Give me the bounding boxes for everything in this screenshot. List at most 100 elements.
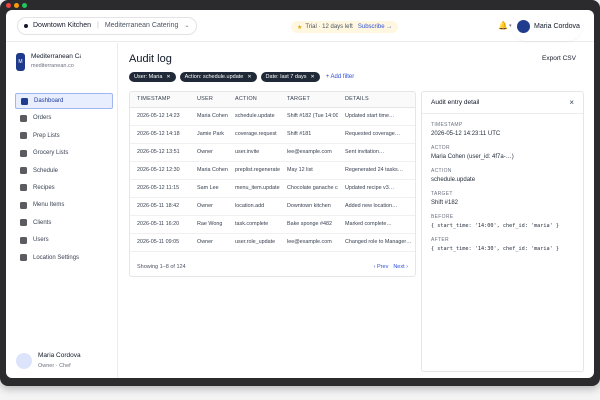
workspace-dot-icon bbox=[24, 23, 28, 28]
sidebar-item-menu-items[interactable]: Menu Items bbox=[15, 197, 113, 213]
table-row[interactable]: 2026-05-12 13:51 Owner user.invite lee@exam… bbox=[130, 143, 415, 162]
detail-title: Audit entry detail bbox=[431, 99, 480, 106]
sidebar-item-recipes[interactable]: Recipes bbox=[15, 180, 113, 196]
cell-action: menu_item.update bbox=[228, 179, 280, 198]
table-row[interactable]: 2026-05-11 16:20 Rae Wong task.complete Bak… bbox=[130, 215, 415, 234]
filter-bar: User: Maria ✕ Action: schedule.update ✕ Da… bbox=[129, 72, 354, 82]
cell-timestamp: 2026-05-11 18:42 bbox=[130, 197, 190, 216]
audit-table: TIMESTAMP USER ACTION TARGET DETAILS 202… bbox=[129, 91, 416, 277]
table-row[interactable]: 2026-05-12 11:15 Sam Lee menu_item.update C… bbox=[130, 179, 415, 198]
column-header-timestamp[interactable]: TIMESTAMP bbox=[130, 92, 190, 108]
filter-chip-user[interactable]: User: Maria ✕ bbox=[129, 72, 176, 82]
cell-target: lee@example.com bbox=[280, 143, 338, 162]
trial-text: Trial · 12 days left bbox=[305, 24, 353, 30]
field-label: AFTER bbox=[431, 237, 449, 243]
workspace-switcher[interactable]: Downtown Kitchen | Mediterranean Caterin… bbox=[17, 16, 198, 35]
sidebar-item-label: Users bbox=[33, 237, 49, 244]
cell-action: coverage.request bbox=[228, 125, 280, 144]
top-bar: Downtown Kitchen | Mediterranean Caterin… bbox=[6, 10, 594, 42]
table-row[interactable]: 2026-05-12 14:18 Jamie Park coverage.reque… bbox=[130, 125, 415, 144]
cell-timestamp: 2026-05-12 12:30 bbox=[130, 161, 190, 180]
export-csv-button[interactable]: Export CSV bbox=[542, 55, 576, 62]
remove-filter-icon[interactable]: ✕ bbox=[166, 74, 170, 80]
field-label: ACTION bbox=[431, 168, 452, 174]
filter-chip-label: Date: last 7 days bbox=[265, 74, 307, 80]
table-row[interactable]: 2026-05-11 09:05 Owner user.role_update lee… bbox=[130, 233, 415, 252]
cell-details: Updated start time… bbox=[338, 107, 415, 126]
sidebar-user[interactable]: Maria Cordova Owner · Chef bbox=[16, 352, 81, 369]
window-controls bbox=[6, 3, 27, 8]
column-header-target[interactable]: TARGET bbox=[280, 92, 338, 108]
org-name: Mediterranean Catering bbox=[31, 53, 81, 60]
subscribe-link[interactable]: Subscribe → bbox=[358, 24, 392, 30]
grocery-lists-icon bbox=[20, 149, 27, 157]
prev-page-button[interactable]: ‹ Prev bbox=[374, 264, 389, 270]
cell-details: Added new location… bbox=[338, 197, 415, 216]
filter-chip-label: User: Maria bbox=[134, 74, 163, 80]
cell-details: Changed role to Manager… bbox=[338, 233, 415, 252]
pagination: ‹ Prev Next › bbox=[374, 264, 408, 270]
org-switcher[interactable]: M Mediterranean Catering mediterranean.c… bbox=[16, 53, 81, 71]
detail-field-actor: ACTOR Maria Cohen (user_id: 4f7a-…) bbox=[422, 145, 583, 160]
field-label: TIMESTAMP bbox=[431, 122, 463, 128]
sidebar-item-dashboard[interactable]: Dashboard bbox=[15, 93, 113, 109]
cell-user: Owner bbox=[190, 197, 228, 216]
cell-target: Bake sponge #482 bbox=[280, 215, 338, 234]
cell-target: lee@example.com bbox=[280, 233, 338, 252]
cell-user: Maria Cohen bbox=[190, 107, 228, 126]
close-icon[interactable]: × bbox=[569, 98, 574, 107]
cell-details: Marked complete… bbox=[338, 215, 415, 234]
sidebar: M Mediterranean Catering mediterranean.c… bbox=[6, 43, 118, 378]
column-header-details[interactable]: DETAILS bbox=[338, 92, 415, 108]
sidebar-item-clients[interactable]: Clients bbox=[15, 215, 113, 231]
sidebar-item-grocery-lists[interactable]: Grocery Lists bbox=[15, 145, 113, 161]
field-value: schedule.update bbox=[431, 177, 476, 183]
sidebar-item-prep-lists[interactable]: Prep Lists bbox=[15, 128, 113, 144]
table-row[interactable]: 2026-05-12 12:30 Maria Cohen preplist.rege… bbox=[130, 161, 415, 180]
sidebar-item-label: Schedule bbox=[33, 167, 59, 174]
sidebar-item-orders[interactable]: Orders bbox=[15, 110, 113, 126]
org-logo: M bbox=[16, 53, 25, 71]
column-header-user[interactable]: USER bbox=[190, 92, 228, 108]
sidebar-item-label: Prep Lists bbox=[33, 132, 60, 139]
sidebar-item-users[interactable]: Users bbox=[15, 232, 113, 248]
cell-action: task.complete bbox=[228, 215, 280, 234]
sidebar-user-name: Maria Cordova bbox=[38, 352, 81, 359]
cell-timestamp: 2026-05-12 13:51 bbox=[130, 143, 190, 162]
sidebar-item-schedule[interactable]: Schedule bbox=[15, 163, 113, 179]
user-menu[interactable]: Maria Cordova bbox=[514, 13, 580, 39]
filter-chip-date[interactable]: Date: last 7 days ✕ bbox=[260, 72, 320, 82]
remove-filter-icon[interactable]: ✕ bbox=[311, 74, 315, 80]
filter-chip-action[interactable]: Action: schedule.update ✕ bbox=[179, 72, 257, 82]
cell-timestamp: 2026-05-12 14:23 bbox=[130, 107, 190, 126]
column-header-action[interactable]: ACTION bbox=[228, 92, 280, 108]
cell-user: Maria Cohen bbox=[190, 161, 228, 180]
cell-target: Chocolate ganache cake bbox=[280, 179, 338, 198]
table-footer: Showing 1–8 of 124 ‹ Prev Next › bbox=[130, 258, 415, 276]
cell-action: location.add bbox=[228, 197, 280, 216]
add-filter-button[interactable]: + Add filter bbox=[326, 74, 355, 80]
avatar bbox=[16, 352, 32, 369]
notifications-button[interactable]: 🔔 ▾ bbox=[498, 21, 511, 30]
recipes-icon bbox=[20, 184, 27, 192]
sidebar-item-label: Dashboard bbox=[34, 98, 64, 104]
audit-detail-panel: Audit entry detail × TIMESTAMP 2026-05-1… bbox=[421, 91, 584, 372]
table-row[interactable]: 2026-05-11 18:42 Owner location.add Downtow… bbox=[130, 197, 415, 216]
prep-lists-icon bbox=[20, 132, 27, 140]
cell-action: schedule.update bbox=[228, 107, 280, 126]
table-row[interactable]: 2026-05-12 14:23 Maria Cohen schedule.upda… bbox=[130, 107, 415, 126]
cell-target: May 12 list bbox=[280, 161, 338, 180]
cell-details: Sent invitation… bbox=[338, 143, 415, 162]
sidebar-item-location-settings[interactable]: Location Settings bbox=[15, 250, 113, 266]
close-window-dot[interactable] bbox=[6, 3, 11, 8]
next-page-button[interactable]: Next › bbox=[393, 264, 408, 270]
remove-filter-icon[interactable]: ✕ bbox=[247, 74, 251, 80]
field-value: { start_time: '14:30', chef_id: 'maria' … bbox=[431, 246, 560, 252]
orders-icon bbox=[20, 114, 27, 122]
users-icon bbox=[20, 236, 27, 244]
cell-timestamp: 2026-05-12 11:15 bbox=[130, 179, 190, 198]
maximize-window-dot[interactable] bbox=[22, 3, 27, 8]
detail-field-target: TARGET Shift #182 bbox=[422, 191, 583, 206]
minimize-window-dot[interactable] bbox=[14, 3, 19, 8]
location-settings-icon bbox=[20, 254, 27, 262]
